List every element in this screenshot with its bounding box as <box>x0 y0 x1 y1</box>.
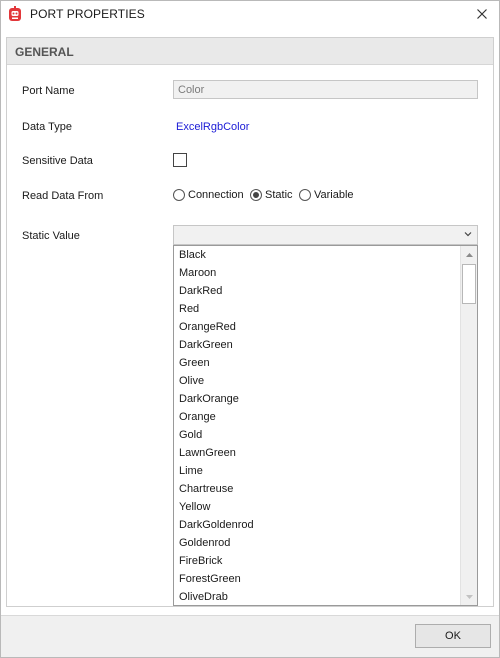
color-dropdown-list: Black Maroon DarkRed Red OrangeRed DarkGreen G… <box>173 245 478 606</box>
static-value-label: Static Value <box>22 230 80 242</box>
close-button[interactable] <box>471 4 493 24</box>
close-icon <box>477 9 487 19</box>
port-name-label: Port Name <box>22 85 75 97</box>
dropdown-item[interactable]: OrangeRed <box>174 318 461 336</box>
radio-variable-label: Variable <box>314 189 354 201</box>
scroll-up-arrow-icon <box>465 252 473 257</box>
radio-static-label: Static <box>265 189 293 201</box>
scroll-down-button[interactable] <box>461 588 477 605</box>
dropdown-item[interactable]: Black <box>174 246 461 264</box>
static-value-combobox[interactable] <box>173 225 478 245</box>
dropdown-item[interactable]: FireBrick <box>174 552 461 570</box>
port-name-field[interactable]: Color <box>173 80 478 99</box>
dropdown-item[interactable]: Orange <box>174 408 461 426</box>
chevron-down-icon <box>464 232 472 237</box>
dropdown-item[interactable]: Red <box>174 300 461 318</box>
sensitive-data-label: Sensitive Data <box>22 155 93 167</box>
general-panel: GENERAL Port Name Color Data Type ExcelR… <box>6 37 494 607</box>
data-type-value: ExcelRgbColor <box>176 121 250 133</box>
data-type-label: Data Type <box>22 121 72 133</box>
scroll-thumb[interactable] <box>462 264 476 304</box>
robot-app-icon <box>9 6 21 21</box>
title-bar: PORT PROPERTIES <box>1 1 499 27</box>
dropdown-scrollbar[interactable] <box>460 246 477 605</box>
scroll-down-arrow-icon <box>465 594 473 599</box>
dropdown-item[interactable]: Maroon <box>174 264 461 282</box>
dropdown-item[interactable]: DarkRed <box>174 282 461 300</box>
section-header: GENERAL <box>7 38 493 65</box>
ok-button[interactable]: OK <box>415 624 491 648</box>
port-properties-dialog: PORT PROPERTIES GENERAL Port Name Color … <box>0 0 500 658</box>
dropdown-item[interactable]: Olive <box>174 372 461 390</box>
radio-variable[interactable]: Variable <box>299 189 354 201</box>
scroll-up-button[interactable] <box>461 246 477 263</box>
dropdown-item[interactable]: DarkGoldenrod <box>174 516 461 534</box>
radio-connection[interactable]: Connection <box>173 189 244 201</box>
dropdown-item[interactable]: OliveDrab <box>174 588 461 605</box>
dropdown-item[interactable]: DarkGreen <box>174 336 461 354</box>
radio-static[interactable]: Static <box>250 189 293 201</box>
dropdown-item[interactable]: Yellow <box>174 498 461 516</box>
radio-connection-label: Connection <box>188 189 244 201</box>
dropdown-item[interactable]: Gold <box>174 426 461 444</box>
sensitive-data-checkbox[interactable] <box>173 153 187 167</box>
dropdown-item[interactable]: Green <box>174 354 461 372</box>
dropdown-item[interactable]: Goldenrod <box>174 534 461 552</box>
radio-static-circle <box>250 189 262 201</box>
dropdown-item[interactable]: DarkOrange <box>174 390 461 408</box>
dropdown-items: Black Maroon DarkRed Red OrangeRed DarkGreen G… <box>174 246 461 605</box>
dialog-title: PORT PROPERTIES <box>30 7 145 21</box>
dropdown-item[interactable]: Chartreuse <box>174 480 461 498</box>
radio-variable-circle <box>299 189 311 201</box>
dropdown-item[interactable]: ForestGreen <box>174 570 461 588</box>
dropdown-item[interactable]: LawnGreen <box>174 444 461 462</box>
radio-connection-circle <box>173 189 185 201</box>
section-title: GENERAL <box>15 45 74 59</box>
read-data-from-label: Read Data From <box>22 190 104 202</box>
dropdown-item[interactable]: Lime <box>174 462 461 480</box>
